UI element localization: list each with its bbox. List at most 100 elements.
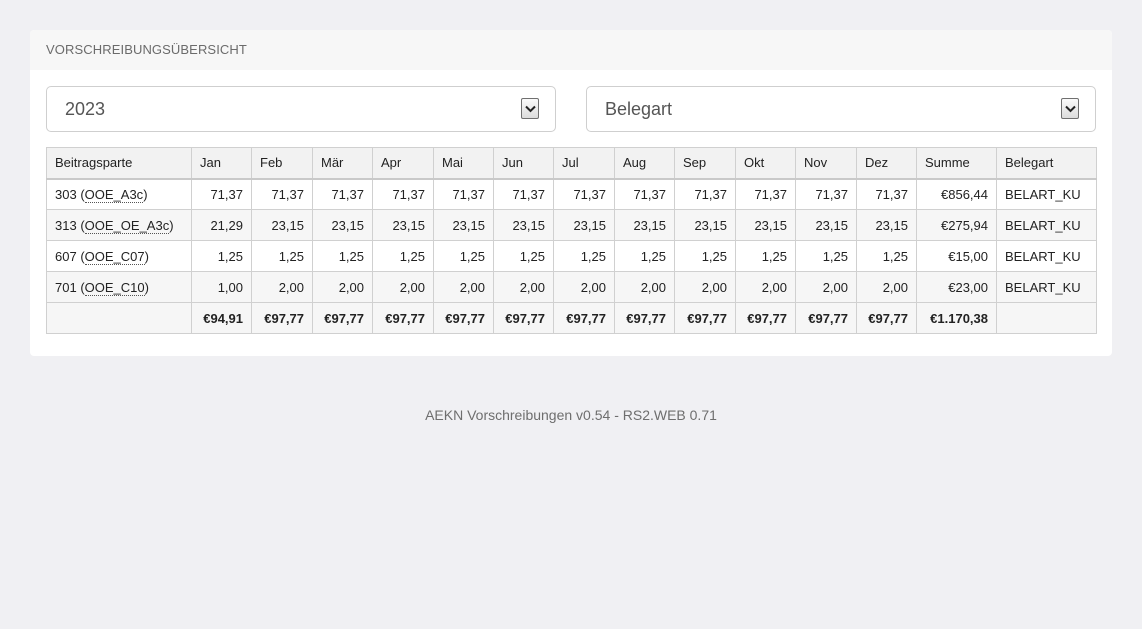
column-header: Mai <box>433 147 494 180</box>
table-row: 701 (OOE_C10) 1,00 2,00 2,00 2,00 2,00 2,00 2,0… <box>46 271 1097 303</box>
doc-type-select-value: Belegart <box>605 99 673 119</box>
month-total-cell: €97,77 <box>856 302 917 334</box>
column-header: Feb <box>251 147 313 180</box>
column-header: Jun <box>493 147 554 180</box>
category-code[interactable]: OOE_A3c <box>84 186 144 203</box>
doc-type-select[interactable]: Belegart <box>586 86 1096 132</box>
category-number: 607 <box>55 248 77 264</box>
month-total-cell: €97,77 <box>553 302 615 334</box>
column-header: Belegart <box>996 147 1097 180</box>
totals-empty-cell <box>996 302 1097 334</box>
month-cell: 71,37 <box>312 178 373 210</box>
paren-open: ( <box>76 248 85 264</box>
month-cell: 1,25 <box>856 240 917 272</box>
doc-type-cell: BELART_KU <box>996 178 1097 210</box>
table-body: 303 (OOE_A3c) 71,37 71,37 71,37 71,37 71,37 71… <box>46 178 1097 303</box>
month-cell: 23,15 <box>251 209 313 241</box>
month-cell: 23,15 <box>795 209 857 241</box>
column-header: Mär <box>312 147 373 180</box>
month-cell: 23,15 <box>614 209 675 241</box>
month-cell: 71,37 <box>251 178 313 210</box>
month-cell: 2,00 <box>553 271 615 303</box>
month-cell: 2,00 <box>372 271 434 303</box>
month-cell: 71,37 <box>674 178 736 210</box>
doc-type-cell: BELART_KU <box>996 271 1097 303</box>
category-number: 701 <box>55 279 77 295</box>
category-code[interactable]: OOE_OE_A3c <box>84 217 170 234</box>
paren-close: ) <box>143 186 148 202</box>
month-cell: 23,15 <box>674 209 736 241</box>
month-cell: 1,25 <box>372 240 434 272</box>
grand-total-cell: €1.170,38 <box>916 302 997 334</box>
footer-version: AEKN Vorschreibungen v0.54 - RS2.WEB 0.7… <box>425 407 717 423</box>
sum-cell: €856,44 <box>916 178 997 210</box>
panel-title: VORSCHREIBUNGSÜBERSICHT <box>30 30 1112 70</box>
month-cell: 1,25 <box>433 240 494 272</box>
paren-close: ) <box>144 279 149 295</box>
month-cell: 71,37 <box>614 178 675 210</box>
month-cell: 71,37 <box>493 178 554 210</box>
month-cell: 71,37 <box>795 178 857 210</box>
sum-cell: €23,00 <box>916 271 997 303</box>
month-total-cell: €97,77 <box>674 302 736 334</box>
table-row: 303 (OOE_A3c) 71,37 71,37 71,37 71,37 71,37 71… <box>46 178 1097 210</box>
table-row: 607 (OOE_C07) 1,25 1,25 1,25 1,25 1,25 1,25 1,2… <box>46 240 1097 272</box>
month-cell: 23,15 <box>312 209 373 241</box>
month-total-cell: €97,77 <box>312 302 373 334</box>
chevron-down-icon[interactable] <box>521 98 539 119</box>
table-row: 313 (OOE_OE_A3c) 21,29 23,15 23,15 23,15 23,1… <box>46 209 1097 241</box>
column-header: Aug <box>614 147 675 180</box>
year-select-value: 2023 <box>65 99 106 119</box>
month-cell: 23,15 <box>372 209 434 241</box>
column-header: Sep <box>674 147 736 180</box>
year-select[interactable]: 2023 <box>46 86 556 132</box>
month-cell: 23,15 <box>735 209 796 241</box>
doc-type-cell: BELART_KU <box>996 209 1097 241</box>
month-total-cell: €97,77 <box>433 302 494 334</box>
month-total-cell: €97,77 <box>735 302 796 334</box>
paren-open: ( <box>76 186 85 202</box>
month-cell: 23,15 <box>856 209 917 241</box>
month-cell: 23,15 <box>433 209 494 241</box>
month-cell: 71,37 <box>856 178 917 210</box>
month-cell: 1,25 <box>312 240 373 272</box>
prescription-table: Beitragsparte Jan Feb Mär Apr Mai Jun Ju… <box>46 147 1097 334</box>
sum-cell: €275,94 <box>916 209 997 241</box>
totals-label-cell <box>46 302 192 334</box>
column-header: Okt <box>735 147 796 180</box>
paren-close: ) <box>169 217 174 233</box>
column-header: Jul <box>553 147 615 180</box>
category-number: 313 <box>55 217 77 233</box>
category-number: 303 <box>55 186 77 202</box>
month-cell: 2,00 <box>856 271 917 303</box>
totals-row: €94,91 €97,77 €97,77 €97,77 €97,77 €97,77 €97,… <box>46 302 1097 334</box>
column-header: Apr <box>372 147 434 180</box>
table-totals: €94,91 €97,77 €97,77 €97,77 €97,77 €97,77 €97,… <box>46 302 1097 334</box>
category-code[interactable]: OOE_C07 <box>84 248 145 265</box>
chevron-down-icon[interactable] <box>1061 98 1079 119</box>
column-header: Jan <box>191 147 252 180</box>
category-cell: 303 (OOE_A3c) <box>46 178 192 210</box>
month-cell: 2,00 <box>795 271 857 303</box>
month-total-cell: €97,77 <box>795 302 857 334</box>
month-cell: 1,00 <box>191 271 252 303</box>
category-code[interactable]: OOE_C10 <box>84 279 145 296</box>
month-cell: 2,00 <box>251 271 313 303</box>
month-cell: 1,25 <box>191 240 252 272</box>
month-total-cell: €97,77 <box>372 302 434 334</box>
month-cell: 71,37 <box>191 178 252 210</box>
column-header: Summe <box>916 147 997 180</box>
month-cell: 1,25 <box>251 240 313 272</box>
month-cell: 1,25 <box>614 240 675 272</box>
paren-close: ) <box>144 248 149 264</box>
month-cell: 1,25 <box>795 240 857 272</box>
month-cell: 1,25 <box>674 240 736 272</box>
month-cell: 21,29 <box>191 209 252 241</box>
column-header: Beitragsparte <box>46 147 192 180</box>
month-total-cell: €97,77 <box>614 302 675 334</box>
table-header-row: Beitragsparte Jan Feb Mär Apr Mai Jun Ju… <box>46 147 1097 180</box>
month-cell: 2,00 <box>614 271 675 303</box>
column-header: Nov <box>795 147 857 180</box>
doc-type-cell: BELART_KU <box>996 240 1097 272</box>
month-cell: 2,00 <box>735 271 796 303</box>
